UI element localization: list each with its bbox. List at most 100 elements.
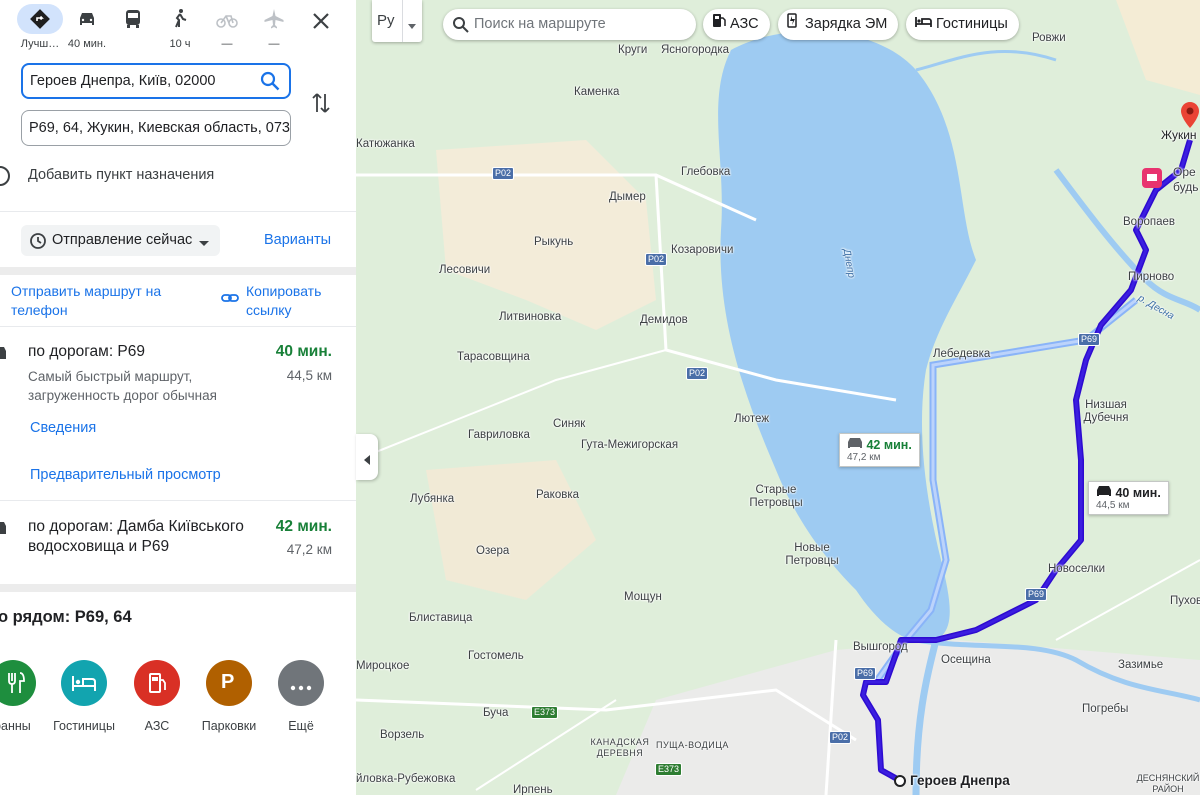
bus-icon	[110, 4, 156, 34]
clock-icon	[29, 232, 47, 255]
gas-station-icon	[148, 672, 168, 699]
place-label: Мощун	[624, 591, 662, 603]
mode-label: 10 ч	[169, 38, 191, 50]
callout-distance: 47,2 км	[847, 452, 881, 463]
nearby-label: Парковки	[201, 719, 257, 733]
place-label: Гостомель	[468, 650, 524, 662]
road-badge: Р02	[645, 253, 668, 266]
search-placeholder: Поиск на маршруте	[474, 16, 606, 32]
mode-label: 40 мин.	[67, 38, 107, 50]
add-destination-link[interactable]: Добавить пункт назначения	[28, 167, 214, 183]
route-details-link[interactable]: Сведения	[30, 420, 96, 436]
place-label: Ирпень	[513, 784, 553, 795]
origin-input[interactable]: Героев Днепра, Київ, 02000	[21, 63, 291, 99]
place-label: Оре будь	[1173, 165, 1199, 194]
layer-select[interactable]: Ру	[372, 0, 422, 42]
search-icon[interactable]	[259, 70, 281, 97]
mode-bicycle[interactable]: —	[202, 4, 252, 54]
mode-label: —	[221, 38, 233, 50]
place-label: Лютеж	[734, 413, 770, 425]
collapse-panel-button[interactable]	[356, 434, 378, 480]
caret-down-icon	[198, 235, 210, 253]
mode-transit[interactable]	[108, 4, 158, 54]
gas-station-icon	[712, 14, 726, 32]
route-time: 40 мин.	[275, 343, 332, 360]
place-label: ДЕСНЯНСКИЙ РАЙОН	[1136, 773, 1200, 794]
chip-hotels[interactable]: Гостиницы	[906, 9, 1019, 40]
road-badge: Р02	[492, 167, 515, 180]
place-label: йловка-Рубежовка	[356, 773, 456, 785]
chip-gas[interactable]: АЗС	[703, 9, 770, 40]
place-label: Дымер	[609, 191, 646, 203]
place-label: Козаровичи	[671, 244, 734, 256]
options-link[interactable]: Варианты	[264, 232, 331, 248]
swap-icon[interactable]	[309, 90, 333, 116]
route-callout-main[interactable]: 40 мин. 44,5 км	[1088, 481, 1169, 515]
plane-icon	[251, 4, 297, 34]
chip-label: АЗС	[730, 16, 759, 32]
callout-distance: 44,5 км	[1096, 500, 1130, 511]
nearby-parking-button[interactable]: P	[206, 660, 252, 706]
road-badge: Р69	[854, 667, 877, 680]
place-label: Осещина	[941, 654, 991, 666]
road-badge: Е373	[531, 706, 559, 719]
place-label: Пирново	[1128, 271, 1175, 283]
place-label: Лебедевка	[933, 348, 991, 360]
route-search-input[interactable]: Поиск на маршруте	[443, 9, 696, 40]
destination-value: Р69, 64, Жукин, Киевская область, 073	[29, 120, 290, 136]
place-label: Мироцкое	[356, 660, 410, 672]
parking-icon: P	[221, 671, 235, 693]
nearby-hotels-button[interactable]	[61, 660, 107, 706]
bicycle-icon	[204, 4, 250, 34]
destination-input[interactable]: Р69, 64, Жукин, Киевская область, 073	[21, 110, 291, 146]
place-label: Лубянка	[410, 493, 455, 505]
place-label: Тарасовщина	[457, 351, 530, 363]
car-icon	[0, 345, 6, 366]
route-callout-alt[interactable]: 42 мин. 47,2 км	[839, 433, 920, 467]
place-label: Новые Петровцы	[785, 542, 839, 567]
origin-label: Героев Днепра	[910, 773, 1010, 788]
car-icon	[847, 438, 863, 452]
place-label: Глебовка	[681, 166, 731, 178]
place-label: Литвиновка	[499, 311, 562, 323]
callout-time: 40 мин.	[1115, 486, 1161, 500]
place-label: Демидов	[640, 314, 688, 326]
chip-ev-charging[interactable]: Зарядка ЭМ	[778, 9, 899, 40]
car-icon	[0, 520, 6, 541]
route-preview-link[interactable]: Предварительный просмотр	[30, 467, 221, 483]
place-label: Ясногородка	[661, 44, 730, 56]
place-label: Озера	[476, 545, 510, 557]
send-to-phone-link[interactable]: Отправить маршрут на телефон	[11, 282, 191, 320]
nearby-restaurants-button[interactable]	[0, 660, 36, 706]
close-icon[interactable]	[308, 8, 334, 34]
place-label: Старые Петровцы	[749, 484, 803, 509]
mode-flight[interactable]: —	[249, 4, 299, 54]
link-icon	[221, 291, 239, 310]
place-label: Буча	[483, 707, 509, 719]
mode-best[interactable]: Лучш…	[15, 4, 65, 54]
map-canvas[interactable]: Круги Ясногородка Ровжи Каменка Катюжанк…	[356, 0, 1200, 795]
nearby-label: Ещё	[288, 719, 314, 733]
nearby-label: Гостиницы	[53, 719, 115, 733]
mode-walk[interactable]: 10 ч	[155, 4, 205, 54]
place-label: Гавриловка	[468, 429, 530, 441]
mode-car[interactable]: 40 мин.	[62, 4, 112, 54]
road-badge: Р02	[829, 731, 852, 744]
place-label: Новоселки	[1048, 563, 1106, 575]
place-label: Ворзель	[380, 729, 425, 741]
route-distance: 47,2 км	[286, 542, 332, 557]
road-badge: Р69	[1078, 333, 1101, 346]
nearby-label: сторанны	[0, 719, 31, 733]
nearby-gas-button[interactable]	[134, 660, 180, 706]
place-label: Вышгород	[853, 641, 908, 653]
depart-time-select[interactable]: Отправление сейчас	[21, 225, 220, 256]
route-title: по дорогам: Дамба Київського водосховища…	[28, 518, 244, 555]
copy-link[interactable]: Копировать ссылку	[246, 282, 346, 320]
nearby-more-button[interactable]	[278, 660, 324, 706]
car-icon	[1096, 486, 1112, 500]
add-destination-icon[interactable]	[0, 166, 10, 186]
place-label: КАНАДСКАЯ ДЕРЕВНЯ	[590, 737, 650, 758]
caret-down-icon	[408, 17, 416, 35]
place-label: Ровжи	[1032, 32, 1066, 44]
place-label: Пухов	[1170, 595, 1200, 607]
